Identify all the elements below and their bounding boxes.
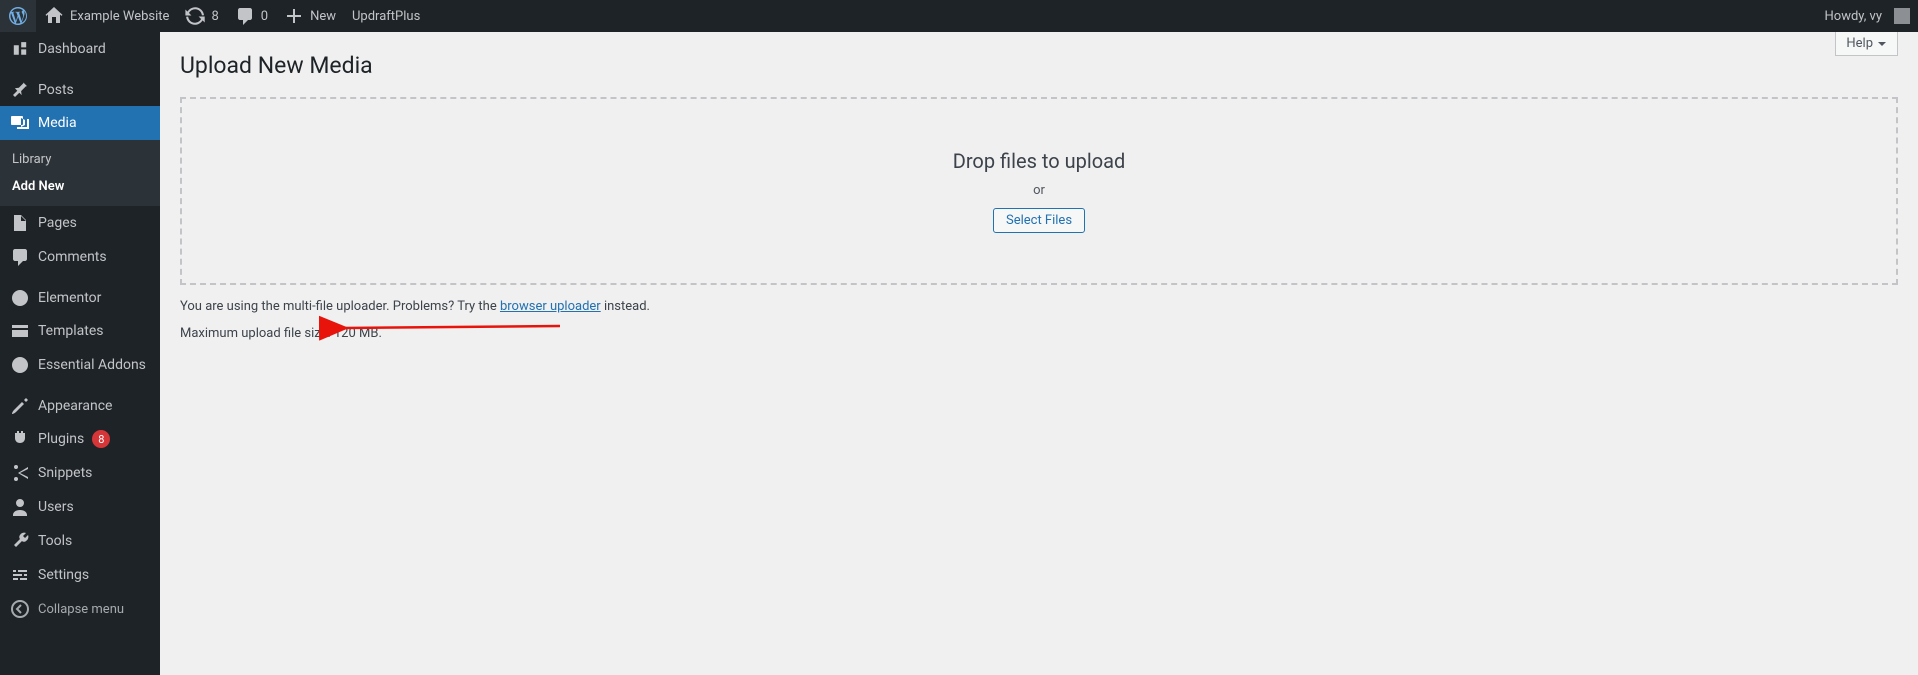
comments-count: 0	[261, 9, 268, 24]
sidebar-label: Settings	[38, 567, 89, 583]
pin-icon	[10, 80, 30, 100]
help-tab[interactable]: Help	[1835, 32, 1898, 56]
sidebar-label: Tools	[38, 533, 72, 549]
sidebar-label: Templates	[38, 323, 104, 339]
sidebar-subitem-library[interactable]: Library	[0, 146, 160, 173]
templates-icon	[10, 321, 30, 341]
sidebar-label: Dashboard	[38, 41, 106, 57]
addons-icon	[10, 355, 30, 375]
sidebar-item-dashboard[interactable]: Dashboard	[0, 32, 160, 66]
new-content-menu[interactable]: New	[276, 0, 344, 32]
sidebar-item-comments[interactable]: Comments	[0, 240, 160, 274]
sidebar-item-templates[interactable]: Templates	[0, 314, 160, 348]
sidebar-subitem-add-new[interactable]: Add New	[0, 173, 160, 200]
updraftplus-menu[interactable]: UpdraftPlus	[344, 0, 428, 32]
sidebar-label: Users	[38, 499, 74, 515]
drop-or-label: or	[202, 183, 1876, 198]
collapse-menu-button[interactable]: Collapse menu	[0, 592, 160, 626]
comments-menu[interactable]: 0	[227, 0, 276, 32]
my-account-menu[interactable]: Howdy, vy	[1817, 0, 1918, 32]
sidebar-item-elementor[interactable]: Elementor	[0, 280, 160, 314]
sidebar-item-media[interactable]: Media	[0, 106, 160, 140]
new-label: New	[310, 9, 336, 24]
updraft-label: UpdraftPlus	[352, 9, 420, 24]
updates-menu[interactable]: 8	[177, 0, 226, 32]
sidebar-item-appearance[interactable]: Appearance	[0, 388, 160, 422]
wp-logo-menu[interactable]	[0, 0, 36, 32]
page-icon	[10, 213, 30, 233]
home-icon	[44, 6, 64, 26]
uploader-info-text: You are using the multi-file uploader. P…	[180, 299, 1898, 314]
sidebar-label: Snippets	[38, 465, 92, 481]
avatar-icon	[1894, 8, 1910, 24]
elementor-icon	[10, 288, 30, 308]
sidebar-item-tools[interactable]: Tools	[0, 524, 160, 558]
page-title: Upload New Media	[180, 52, 1898, 79]
sidebar-label: Plugins	[38, 431, 84, 447]
howdy-label: Howdy, vy	[1825, 9, 1883, 24]
brush-icon	[10, 396, 30, 416]
collapse-label: Collapse menu	[38, 602, 124, 617]
admin-sidebar: Dashboard Posts Media Library Add New Pa…	[0, 32, 160, 675]
site-name-label: Example Website	[70, 9, 169, 24]
browser-uploader-link[interactable]: browser uploader	[500, 299, 601, 314]
sidebar-item-posts[interactable]: Posts	[0, 72, 160, 106]
wrench-icon	[10, 531, 30, 551]
sliders-icon	[10, 565, 30, 585]
main-content: Help Upload New Media Drop files to uplo…	[160, 32, 1918, 675]
user-icon	[10, 497, 30, 517]
comments-icon	[10, 247, 30, 267]
dashboard-icon	[10, 39, 30, 59]
chevron-down-icon	[1877, 39, 1887, 49]
sidebar-submenu-media: Library Add New	[0, 140, 160, 206]
wordpress-logo-icon	[8, 6, 28, 26]
sidebar-label: Posts	[38, 82, 74, 98]
sidebar-label: Media	[38, 115, 77, 131]
upload-dropzone[interactable]: Drop files to upload or Select Files	[180, 97, 1898, 285]
sidebar-label: Elementor	[38, 290, 101, 306]
updates-count: 8	[211, 9, 218, 24]
sidebar-item-users[interactable]: Users	[0, 490, 160, 524]
sidebar-item-pages[interactable]: Pages	[0, 206, 160, 240]
select-files-button[interactable]: Select Files	[993, 208, 1085, 233]
scissors-icon	[10, 463, 30, 483]
comment-icon	[235, 6, 255, 26]
sidebar-label: Essential Addons	[38, 357, 146, 373]
collapse-icon	[10, 599, 30, 619]
sidebar-label: Pages	[38, 215, 77, 231]
update-icon	[185, 6, 205, 26]
plus-icon	[284, 6, 304, 26]
drop-instruction: Drop files to upload	[202, 149, 1876, 173]
sidebar-item-settings[interactable]: Settings	[0, 558, 160, 592]
admin-toolbar: Example Website 8 0 New UpdraftPlus Howd…	[0, 0, 1918, 32]
help-label: Help	[1846, 36, 1873, 51]
sidebar-item-snippets[interactable]: Snippets	[0, 456, 160, 490]
sidebar-label: Appearance	[38, 398, 112, 414]
site-name-menu[interactable]: Example Website	[36, 0, 177, 32]
plug-icon	[10, 429, 30, 449]
sidebar-label: Comments	[38, 249, 107, 265]
media-icon	[10, 113, 30, 133]
sidebar-item-plugins[interactable]: Plugins 8	[0, 422, 160, 456]
max-upload-size-text: Maximum upload file size: 120 MB.	[180, 326, 1898, 341]
sidebar-item-essential-addons[interactable]: Essential Addons	[0, 348, 160, 382]
plugins-badge: 8	[92, 430, 110, 448]
